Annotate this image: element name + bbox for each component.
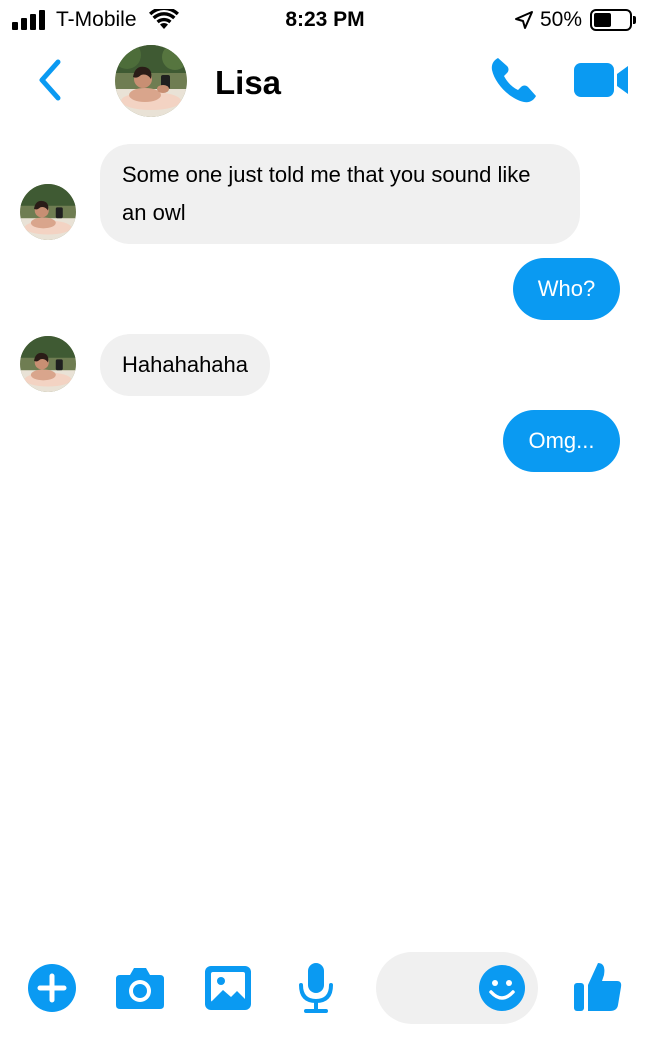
message-bubble-outgoing[interactable]: Who? — [513, 258, 620, 320]
composer-bar — [0, 945, 650, 1035]
conversation-header: Lisa — [0, 42, 650, 122]
video-camera-icon[interactable] — [572, 60, 630, 100]
contact-avatar[interactable] — [115, 45, 187, 117]
wifi-icon — [148, 9, 179, 29]
contact-name[interactable]: Lisa — [215, 64, 281, 102]
message-bubble-incoming[interactable]: Some one just told me that you sound lik… — [100, 144, 580, 244]
sender-avatar[interactable] — [20, 336, 76, 392]
sender-avatar[interactable] — [20, 184, 76, 240]
battery-percent: 50% — [539, 8, 582, 31]
phone-icon[interactable] — [488, 54, 540, 106]
message-bubble-outgoing[interactable]: Omg... — [503, 410, 620, 472]
microphone-icon[interactable] — [296, 961, 336, 1015]
message-input-container[interactable] — [376, 952, 538, 1024]
message-bubble-incoming[interactable]: Hahahahaha — [100, 334, 271, 396]
back-chevron-icon[interactable] — [30, 56, 70, 104]
message-input[interactable] — [392, 966, 482, 1010]
emoji-icon[interactable] — [478, 964, 526, 1012]
location-arrow-icon — [514, 11, 533, 29]
camera-icon[interactable] — [114, 965, 166, 1011]
battery-level-fill — [594, 13, 611, 27]
plus-icon[interactable] — [27, 963, 77, 1013]
thumbs-up-icon[interactable] — [572, 959, 624, 1013]
battery-icon — [590, 9, 636, 31]
gallery-icon[interactable] — [203, 964, 253, 1012]
carrier-label: T-Mobile — [56, 8, 137, 31]
signal-icon — [12, 10, 48, 30]
status-right: 50% — [514, 8, 636, 32]
status-bar: T-Mobile 8:23 PM 50% — [0, 0, 650, 42]
status-left: T-Mobile — [12, 8, 179, 32]
